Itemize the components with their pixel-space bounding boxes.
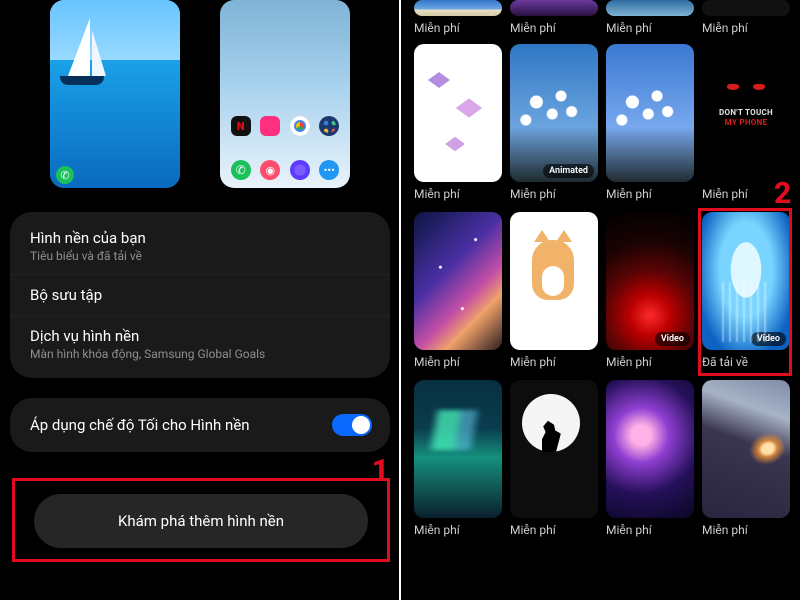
- wallpaper-thumb[interactable]: [414, 44, 502, 182]
- row-title: Dịch vụ hình nền: [30, 327, 370, 345]
- thumb-caption: Miễn phí: [606, 355, 694, 369]
- dark-mode-toggle[interactable]: [332, 414, 372, 436]
- video-badge: Video: [655, 332, 690, 346]
- wallpaper-thumb[interactable]: [606, 44, 694, 182]
- button-label: Khám phá thêm hình nền: [118, 512, 284, 530]
- thumb-caption: Miễn phí: [510, 187, 598, 201]
- thumb-caption: Miễn phí: [606, 187, 694, 201]
- thumb-caption: Miễn phí: [510, 21, 598, 35]
- step-number: 2: [774, 176, 791, 211]
- wallpaper-thumb[interactable]: [606, 0, 694, 16]
- panel-divider: [399, 0, 401, 600]
- phone-icon: ✆: [56, 166, 74, 184]
- homescreen-preview[interactable]: N ✆ ◉ •••: [220, 0, 350, 188]
- lockscreen-preview[interactable]: ✆: [50, 0, 180, 188]
- phone-app-icon: ✆: [231, 160, 251, 180]
- thumb-caption: Miễn phí: [510, 355, 598, 369]
- thumb-caption: Miễn phí: [702, 523, 790, 537]
- folder-icon: [319, 116, 339, 136]
- wallpaper-services-row[interactable]: Dịch vụ hình nền Màn hình khóa động, Sam…: [10, 315, 390, 372]
- thumb-caption: Miễn phí: [606, 523, 694, 537]
- thumb-caption: Miễn phí: [414, 21, 502, 35]
- row-subtitle: Màn hình khóa động, Samsung Global Goals: [30, 347, 370, 361]
- row-title: Hình nền của bạn: [30, 229, 370, 247]
- wallpaper-thumb[interactable]: [702, 380, 790, 518]
- thumb-caption: Miễn phí: [606, 21, 694, 35]
- preview-row: ✆ N ✆ ◉ •••: [0, 0, 400, 195]
- thumb-caption: Miễn phí: [702, 21, 790, 35]
- wallpaper-thumb[interactable]: Animated: [510, 44, 598, 182]
- collection-row[interactable]: Bộ sưu tập: [10, 274, 390, 315]
- step-2-callout: [698, 208, 792, 376]
- app-icon: [260, 116, 280, 136]
- chrome-icon: [290, 116, 310, 136]
- row-subtitle: Tiêu biểu và đã tải về: [30, 249, 370, 263]
- row-title: Áp dụng chế độ Tối cho Hình nền: [30, 416, 250, 434]
- wallpaper-thumb[interactable]: [702, 0, 790, 16]
- browser-icon: [290, 160, 310, 180]
- dark-mode-wallpaper-row[interactable]: Áp dụng chế độ Tối cho Hình nền: [10, 398, 390, 452]
- wallpaper-thumb[interactable]: [510, 212, 598, 350]
- netflix-icon: N: [231, 116, 251, 136]
- thumb-caption: Miễn phí: [414, 187, 502, 201]
- wallpaper-thumb[interactable]: [606, 380, 694, 518]
- wallpaper-sources-card: Hình nền của bạn Tiêu biểu và đã tải về …: [10, 212, 390, 378]
- wallpaper-thumb[interactable]: DON'T TOUCHMY PHONE: [702, 44, 790, 182]
- your-wallpapers-row[interactable]: Hình nền của bạn Tiêu biểu và đã tải về: [10, 218, 390, 274]
- row-title: Bộ sưu tập: [30, 286, 370, 304]
- wallpaper-settings-screen: ✆ N ✆ ◉ ••• Hình nền của bạn: [0, 0, 400, 600]
- thumb-caption: Miễn phí: [414, 523, 502, 537]
- wallpaper-gallery-screen: Miễn phí Miễn phí Miễn phí Miễn phí Miễn…: [400, 0, 800, 600]
- explore-more-button[interactable]: Khám phá thêm hình nền: [34, 494, 368, 548]
- messages-icon: •••: [319, 160, 339, 180]
- camera-icon: ◉: [260, 160, 280, 180]
- animated-badge: Animated: [543, 164, 594, 178]
- wallpaper-thumb[interactable]: [414, 0, 502, 16]
- wallpaper-thumb[interactable]: [510, 0, 598, 16]
- step-number: 1: [372, 453, 389, 488]
- thumb-caption: Miễn phí: [510, 523, 598, 537]
- wallpaper-thumb[interactable]: Video: [606, 212, 694, 350]
- wallpaper-thumb[interactable]: [510, 380, 598, 518]
- wallpaper-thumb[interactable]: [414, 212, 502, 350]
- wallpaper-thumb[interactable]: [414, 380, 502, 518]
- thumb-caption: Miễn phí: [414, 355, 502, 369]
